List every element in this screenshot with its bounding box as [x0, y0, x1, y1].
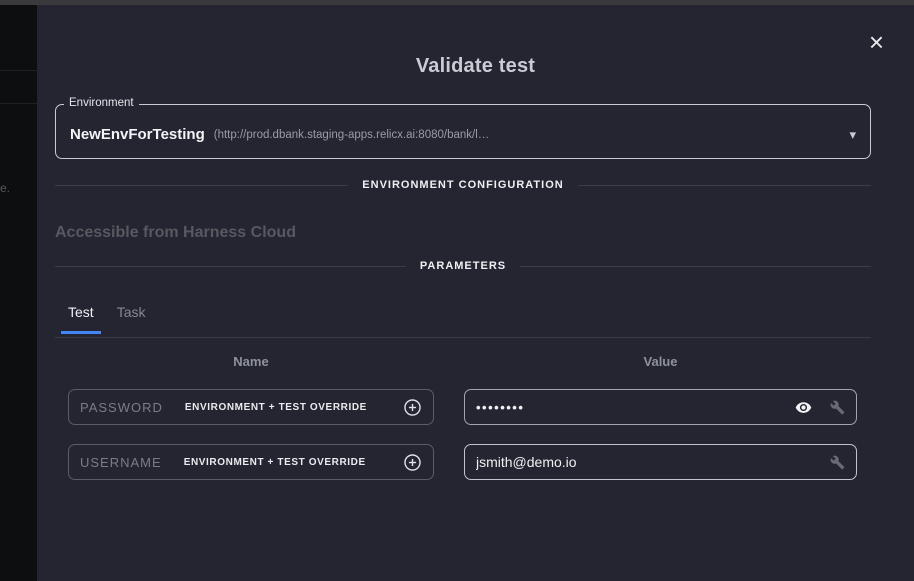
- parameter-value: jsmith@demo.io: [476, 454, 577, 470]
- username-value-field[interactable]: jsmith@demo.io: [464, 444, 857, 480]
- divider-line: [520, 266, 871, 267]
- add-circle-icon[interactable]: [403, 453, 422, 472]
- validate-test-modal: × Validate test Environment NewEnvForTes…: [37, 5, 914, 581]
- parameter-scope-badge: ENVIRONMENT + TEST OVERRIDE: [185, 402, 367, 413]
- column-headers: Name Value: [68, 354, 857, 369]
- section-environment-configuration: ENVIRONMENT CONFIGURATION: [55, 175, 871, 195]
- username-name-box[interactable]: USERNAME ENVIRONMENT + TEST OVERRIDE: [68, 444, 434, 480]
- parameter-row-username: USERNAME ENVIRONMENT + TEST OVERRIDE jsm…: [68, 444, 857, 480]
- parameter-name-label: USERNAME: [80, 455, 162, 470]
- section-label: PARAMETERS: [420, 260, 506, 272]
- screen: e. × Validate test Environment NewEnvFor…: [0, 0, 914, 581]
- environment-name: NewEnvForTesting: [70, 126, 205, 143]
- background-partial-text: e.: [0, 181, 10, 195]
- divider-line: [55, 266, 406, 267]
- column-header-name: Name: [68, 354, 434, 369]
- background-divider: [0, 70, 37, 71]
- tab-test[interactable]: Test: [61, 304, 101, 334]
- section-parameters: PARAMETERS: [55, 256, 871, 276]
- close-button[interactable]: ×: [869, 29, 884, 55]
- tab-bar-rule: [55, 337, 871, 338]
- accessibility-note: Accessible from Harness Cloud: [55, 224, 296, 242]
- divider-line: [55, 185, 348, 186]
- environment-label: Environment: [64, 97, 139, 109]
- parameter-row-password: PASSWORD ENVIRONMENT + TEST OVERRIDE •••…: [68, 389, 857, 425]
- environment-select[interactable]: Environment NewEnvForTesting (http://pro…: [55, 104, 871, 159]
- wrench-icon[interactable]: [830, 400, 845, 415]
- column-header-value: Value: [464, 354, 857, 369]
- tab-task[interactable]: Task: [110, 304, 153, 334]
- parameter-name-label: PASSWORD: [80, 400, 163, 415]
- background-app: e.: [0, 0, 37, 581]
- tab-bar: Test Task: [61, 304, 152, 334]
- eye-icon[interactable]: [795, 399, 812, 416]
- parameter-value: ••••••••: [476, 400, 524, 415]
- modal-title: Validate test: [37, 55, 914, 78]
- parameter-scope-badge: ENVIRONMENT + TEST OVERRIDE: [184, 457, 366, 468]
- background-divider: [0, 103, 37, 104]
- chevron-down-icon[interactable]: ▾: [839, 127, 856, 143]
- wrench-icon[interactable]: [830, 455, 845, 470]
- section-label: ENVIRONMENT CONFIGURATION: [362, 179, 563, 191]
- add-circle-icon[interactable]: [403, 398, 422, 417]
- divider-line: [578, 185, 871, 186]
- password-value-field[interactable]: ••••••••: [464, 389, 857, 425]
- password-name-box[interactable]: PASSWORD ENVIRONMENT + TEST OVERRIDE: [68, 389, 434, 425]
- environment-url: (http://prod.dbank.staging-apps.relicx.a…: [214, 129, 490, 141]
